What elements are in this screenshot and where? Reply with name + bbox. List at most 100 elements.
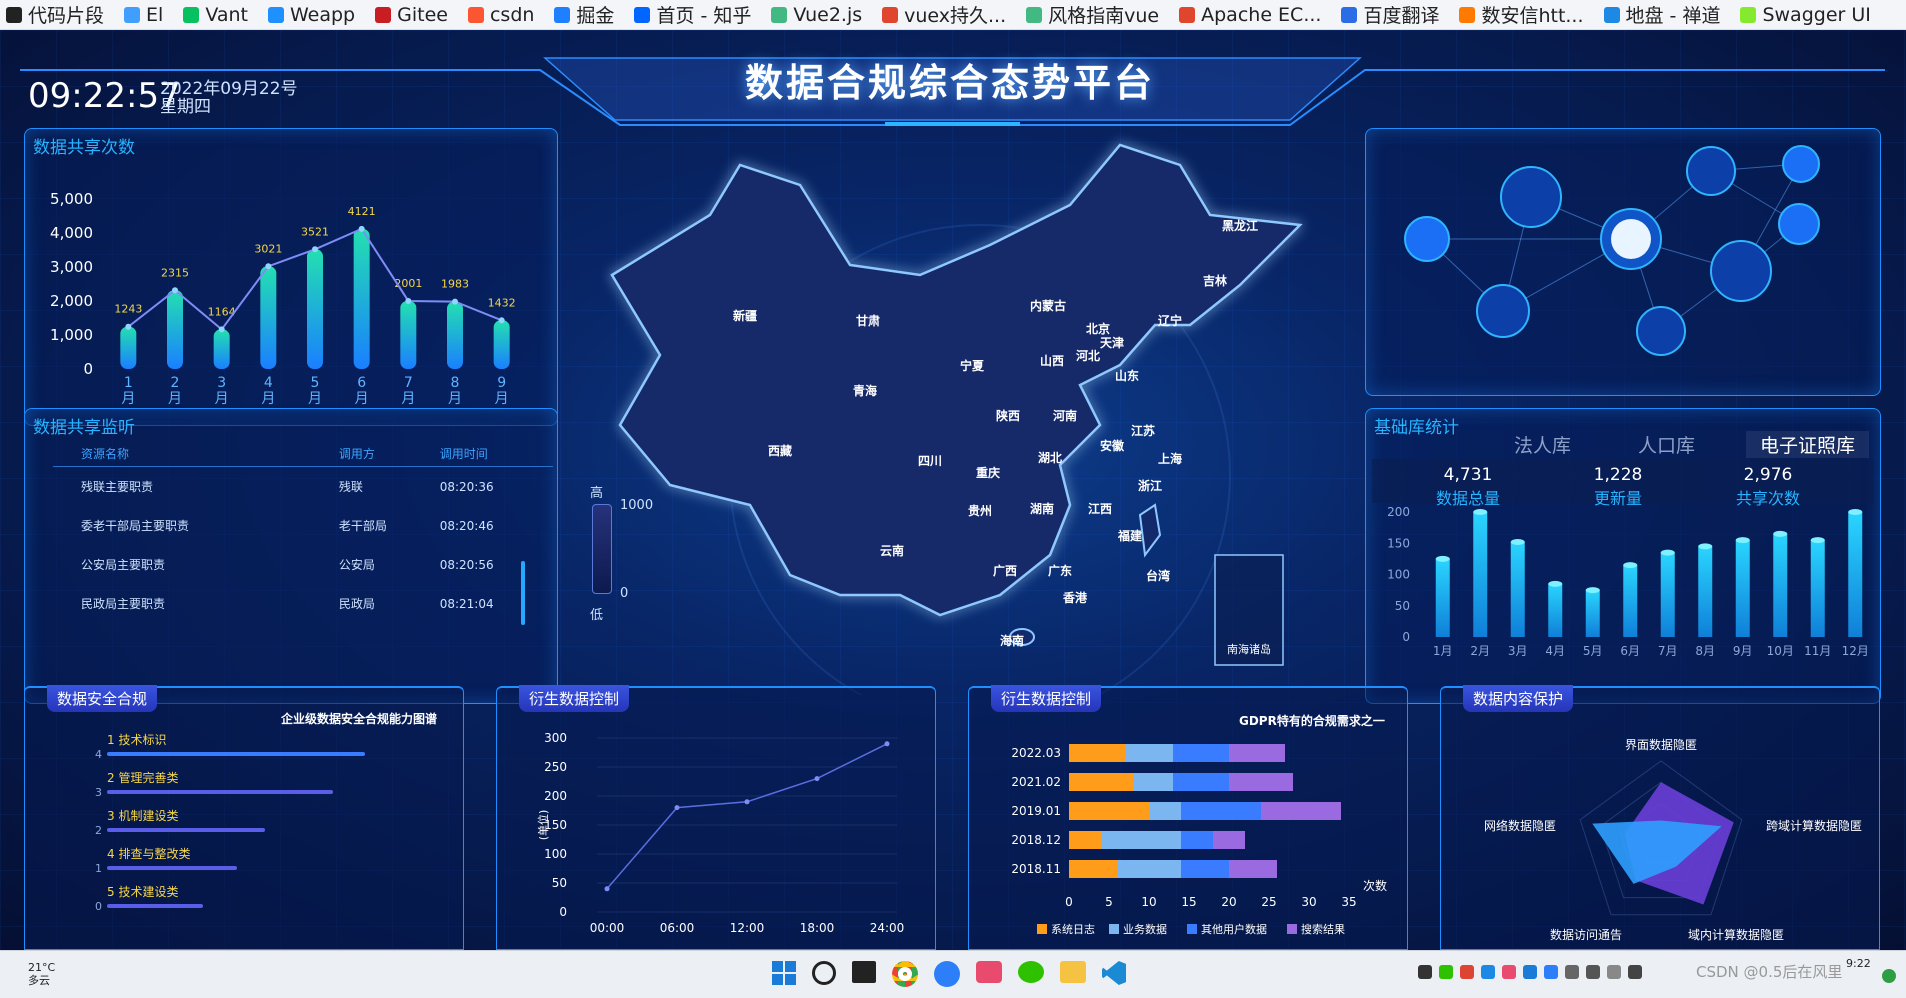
bar-cap — [1773, 530, 1788, 537]
weather-widget[interactable]: 21°C 多云 — [28, 961, 55, 987]
province-label[interactable]: 江西 — [1088, 501, 1112, 516]
tray-app-icon[interactable] — [1439, 965, 1453, 979]
province-label[interactable]: 西藏 — [768, 443, 792, 458]
tray-app-icon[interactable] — [1628, 965, 1642, 979]
file-explorer-icon[interactable] — [1060, 961, 1086, 983]
bookmark-item[interactable]: 风格指南vue — [1026, 1, 1159, 28]
bar — [1848, 512, 1863, 637]
bookmark-item[interactable]: El — [124, 4, 163, 26]
tray-app-icon[interactable] — [1544, 965, 1558, 979]
province-label[interactable]: 贵州 — [968, 503, 992, 518]
bookmark-label: 地盘 - 禅道 — [1625, 5, 1721, 27]
search-icon[interactable] — [812, 961, 836, 985]
province-label[interactable]: 上海 — [1158, 451, 1182, 466]
phone-node-icon — [1710, 240, 1772, 302]
app-pink-icon[interactable] — [976, 961, 1002, 983]
trend-point — [358, 225, 365, 232]
wechat-icon[interactable] — [1018, 961, 1044, 983]
province-label[interactable]: 海南 — [1000, 633, 1024, 648]
bookmark-item[interactable]: 掘金 — [554, 1, 614, 28]
notification-badge[interactable] — [1882, 969, 1896, 983]
tray-app-icon[interactable] — [1565, 965, 1579, 979]
province-label[interactable]: 陕西 — [996, 408, 1020, 423]
province-label[interactable]: 广西 — [993, 563, 1017, 578]
tray-app-icon[interactable] — [1481, 965, 1495, 979]
province-label[interactable]: 广东 — [1048, 563, 1072, 578]
bookmark-item[interactable]: vuex持久... — [882, 1, 1006, 28]
province-label[interactable]: 香港 — [1062, 590, 1088, 605]
bookmark-item[interactable]: 百度翻译 — [1341, 1, 1439, 28]
x-tick-label: 3 — [217, 375, 226, 391]
bookmark-item[interactable]: 首页 - 知乎 — [634, 1, 751, 28]
province-label[interactable]: 黑龙江 — [1222, 218, 1258, 233]
x-tick-label: 00:00 — [590, 921, 625, 935]
bookmark-item[interactable]: csdn — [467, 4, 534, 26]
province-label[interactable]: 湖南 — [1030, 501, 1054, 516]
province-label[interactable]: 北京 — [1086, 321, 1110, 336]
bookmark-item[interactable]: Vant — [183, 4, 248, 26]
bookmark-item[interactable]: Swagger UI — [1740, 4, 1871, 26]
bookmark-item[interactable]: Apache EC... — [1179, 4, 1321, 26]
province-label[interactable]: 新疆 — [733, 308, 757, 323]
bookmark-item[interactable]: Weapp — [267, 3, 356, 26]
province-label[interactable]: 甘肃 — [856, 313, 880, 328]
province-label[interactable]: 吉林 — [1203, 273, 1227, 288]
security-item-label: 2 管理完善类 — [107, 770, 178, 785]
province-label[interactable]: 云南 — [880, 543, 904, 558]
south-sea-label: 南海诸岛 — [1227, 642, 1271, 656]
province-label[interactable]: 河北 — [1075, 348, 1100, 363]
province-label[interactable]: 湖北 — [1038, 450, 1062, 465]
monitor-row[interactable]: 公安局主要职责 公安局 08:20:56 — [53, 545, 553, 584]
task-view-icon[interactable] — [852, 961, 876, 983]
monitor-row[interactable]: 民政局主要职责 民政局 08:21:04 — [53, 584, 553, 623]
vscode-icon[interactable] — [1102, 961, 1126, 985]
monitor-row[interactable]: 残联主要职责 残联 08:20:36 — [53, 467, 553, 507]
bookmark-favicon-icon — [6, 6, 22, 23]
tray-app-icon[interactable] — [1523, 965, 1537, 979]
province-label[interactable]: 浙江 — [1138, 478, 1162, 493]
monitor-time: 08:20:36 — [439, 479, 494, 494]
tray-app-icon[interactable] — [1502, 965, 1516, 979]
taiwan-shape — [1138, 503, 1162, 558]
bar-cap — [1510, 539, 1525, 545]
province-label[interactable]: 重庆 — [976, 465, 1000, 480]
monitor-scrollbar[interactable] — [521, 561, 525, 625]
province-label[interactable]: 台湾 — [1146, 568, 1170, 583]
province-label[interactable]: 山西 — [1040, 353, 1064, 368]
bookmark-item[interactable]: Vue2.js — [771, 4, 862, 26]
province-label[interactable]: 青海 — [853, 383, 877, 398]
province-label[interactable]: 宁夏 — [960, 358, 985, 373]
tray-app-icon[interactable] — [1586, 965, 1600, 979]
bookmark-item[interactable]: 代码片段 — [6, 1, 104, 28]
tray-clock[interactable]: 9:22 — [1846, 957, 1871, 970]
bookmark-item[interactable]: Gitee — [375, 4, 448, 26]
chrome-icon[interactable] — [892, 961, 918, 987]
province-label[interactable]: 安徽 — [1100, 438, 1125, 453]
tray-app-icon[interactable] — [1460, 965, 1474, 979]
derived-line-panel: 衍生数据控制 0 50 100 150 200 250 300 (单位) 00:00 06:00 1… — [496, 685, 936, 950]
province-label[interactable]: 河南 — [1052, 408, 1077, 423]
province-label[interactable]: 福建 — [1117, 528, 1143, 543]
province-label[interactable]: 四川 — [918, 454, 942, 468]
province-label[interactable]: 江苏 — [1131, 423, 1155, 438]
bookmark-item[interactable]: 地盘 - 禅道 — [1603, 1, 1721, 28]
province-label[interactable]: 天津 — [1100, 335, 1124, 350]
province-label[interactable]: 内蒙古 — [1030, 298, 1066, 313]
x-tick-label: 5月 — [1583, 644, 1603, 658]
bookmark-label: vuex持久... — [904, 5, 1007, 27]
monitor-row[interactable]: 委老干部局主要职责 老干部局 08:20:46 — [53, 506, 553, 545]
bookmark-label: Weapp — [289, 3, 356, 26]
app-blue-icon[interactable] — [934, 961, 960, 987]
province-label[interactable]: 山东 — [1115, 368, 1139, 383]
x-tick-unit: 月 — [495, 391, 509, 407]
province-label[interactable]: 辽宁 — [1158, 313, 1182, 328]
tray-app-icon[interactable] — [1418, 965, 1432, 979]
tray-app-icon[interactable] — [1607, 965, 1621, 979]
y-tick-label: 2022.03 — [1011, 746, 1061, 760]
clock: 09:22:57 — [28, 76, 181, 116]
y-tick-label: 250 — [544, 760, 567, 774]
bookmark-item[interactable]: 数安信htt... — [1459, 1, 1584, 28]
y-tick-label: 2018.12 — [1011, 833, 1061, 847]
start-icon[interactable] — [772, 961, 796, 985]
system-tray — [1418, 965, 1642, 979]
